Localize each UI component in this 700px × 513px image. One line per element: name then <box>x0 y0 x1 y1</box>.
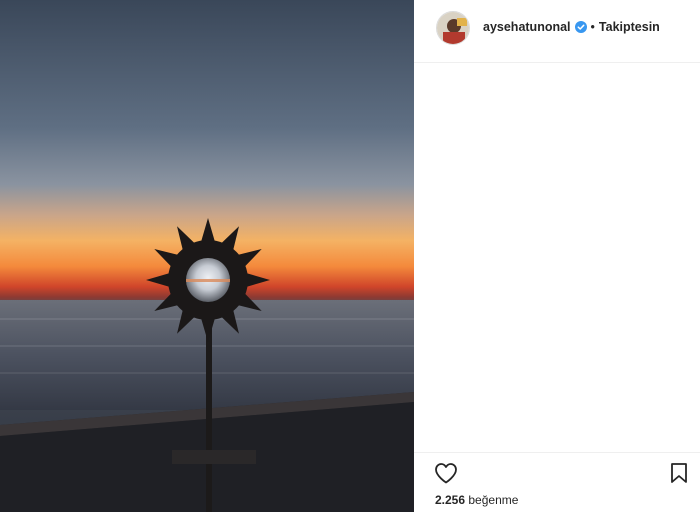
following-button[interactable]: Takiptesin <box>599 20 660 34</box>
likes-count[interactable]: 2.256 beğenme <box>435 493 518 507</box>
separator-dot: • <box>590 20 595 34</box>
post-photo[interactable] <box>0 0 414 512</box>
heart-icon[interactable] <box>434 462 458 484</box>
post-actions: 2.256 beğenme <box>414 452 700 513</box>
verified-badge-icon <box>574 21 587 33</box>
post-header-text: aysehatunonal • Takiptesin <box>483 20 660 34</box>
post-sidebar: aysehatunonal • Takiptesin 2.256 beğenme <box>414 0 700 512</box>
avatar[interactable] <box>436 11 470 45</box>
likes-label: beğenme <box>468 493 519 507</box>
likes-number: 2.256 <box>435 493 466 507</box>
avatar-image <box>437 12 469 44</box>
username-link[interactable]: aysehatunonal <box>483 20 571 34</box>
sunset-sea-sun-ornament-image <box>0 0 414 512</box>
post-header: aysehatunonal • Takiptesin <box>414 0 700 63</box>
bookmark-icon[interactable] <box>670 462 688 484</box>
